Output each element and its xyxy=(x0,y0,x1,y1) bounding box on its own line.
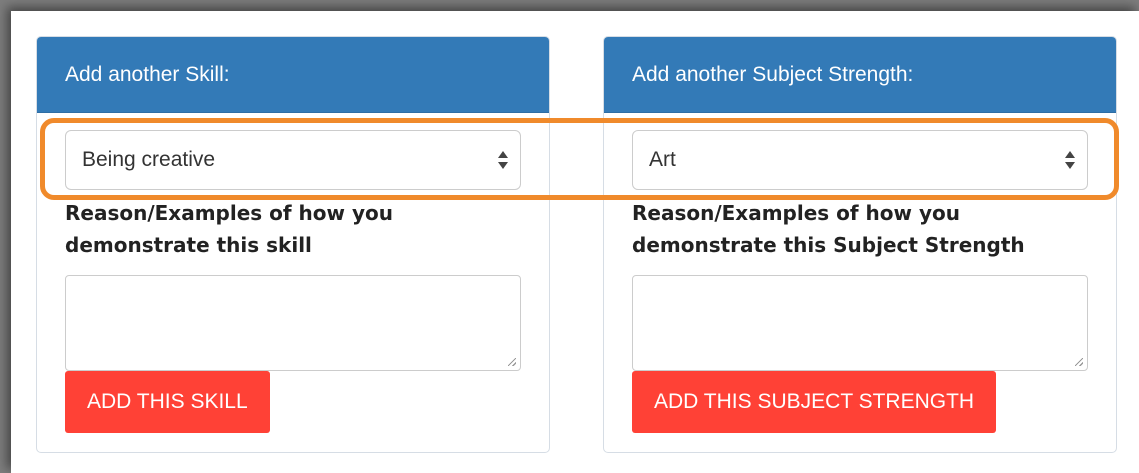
subject-reason-label: Reason/Examples of how you demonstrate t… xyxy=(632,201,1025,257)
add-skill-panel: Add another Skill: Being creative Reason… xyxy=(36,36,550,453)
add-skill-button[interactable]: ADD THIS SKILL xyxy=(65,371,270,433)
skill-reason-label: Reason/Examples of how you demonstrate t… xyxy=(65,201,393,257)
resize-grip-icon[interactable] xyxy=(1075,358,1083,366)
skill-reason-textarea[interactable] xyxy=(65,275,521,371)
skill-select-value: Being creative xyxy=(82,148,216,171)
subject-reason-textarea[interactable] xyxy=(632,275,1088,371)
select-arrows-icon xyxy=(1065,151,1075,169)
screenshot-frame: Add another Skill: Being creative Reason… xyxy=(0,0,1139,473)
skill-select[interactable]: Being creative xyxy=(65,130,521,190)
resize-grip-icon[interactable] xyxy=(508,358,516,366)
add-subject-strength-button[interactable]: ADD THIS SUBJECT STRENGTH xyxy=(632,371,997,433)
add-subject-strength-header: Add another Subject Strength: xyxy=(604,37,1116,113)
add-skill-header: Add another Skill: xyxy=(37,37,549,113)
select-arrows-icon xyxy=(498,151,508,169)
add-subject-strength-panel: Add another Subject Strength: Art Reason… xyxy=(603,36,1117,453)
subject-select[interactable]: Art xyxy=(632,130,1088,190)
page-canvas: Add another Skill: Being creative Reason… xyxy=(11,11,1139,473)
subject-select-value: Art xyxy=(649,148,676,171)
